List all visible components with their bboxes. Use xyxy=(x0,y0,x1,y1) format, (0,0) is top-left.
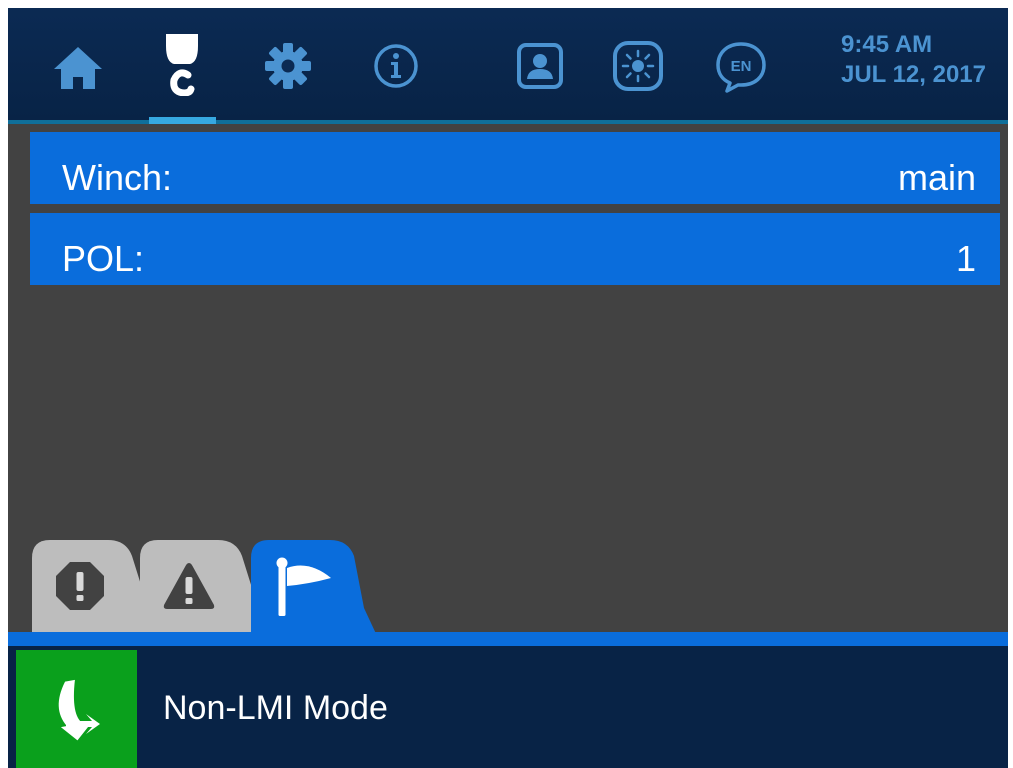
top-bar: EN 9:45 AM JUL 12, 2017 xyxy=(8,8,1008,124)
language-code: EN xyxy=(731,58,752,75)
alert-tabs-divider xyxy=(8,632,1008,646)
info-button[interactable] xyxy=(366,36,426,96)
datetime-display: 9:45 AM JUL 12, 2017 xyxy=(841,30,1008,90)
language-en-icon: EN xyxy=(716,42,766,93)
lmi-screen: EN 9:45 AM JUL 12, 2017 Winch: main POL:… xyxy=(8,8,1008,768)
flag-icon xyxy=(276,557,331,616)
brightness-button[interactable] xyxy=(606,34,670,98)
operator-profile-icon xyxy=(517,43,563,89)
warnings-tab-button[interactable] xyxy=(161,558,221,618)
home-button[interactable] xyxy=(48,38,108,98)
mode-label: Non-LMI Mode xyxy=(163,689,388,727)
gear-icon xyxy=(265,43,311,89)
crane-hook-icon xyxy=(166,34,198,96)
errors-tab-button[interactable] xyxy=(52,558,112,618)
mode-button[interactable] xyxy=(16,650,137,768)
home-icon xyxy=(54,47,102,89)
warning-triangle-icon xyxy=(163,563,215,609)
clock-time: 9:45 AM xyxy=(841,31,933,58)
info-icon xyxy=(374,44,418,88)
status-bar: Non-LMI Mode xyxy=(8,646,1008,768)
brightness-icon xyxy=(613,41,663,91)
winch-row[interactable]: Winch: main xyxy=(30,132,1000,204)
error-octagon-icon xyxy=(56,562,104,610)
active-tab-underline xyxy=(149,117,216,124)
winch-label: Winch: xyxy=(62,157,173,198)
language-button[interactable]: EN xyxy=(708,34,774,100)
pol-label: POL: xyxy=(62,238,145,279)
operator-button[interactable] xyxy=(508,36,572,96)
pol-value: 1 xyxy=(955,238,976,279)
bypass-arrow-icon xyxy=(58,679,100,741)
clock-date: JUL 12, 2017 xyxy=(841,61,986,88)
hook-tab-button[interactable] xyxy=(156,24,208,104)
winch-value: main xyxy=(897,157,976,198)
flags-tab-button[interactable] xyxy=(273,554,343,624)
pol-row[interactable]: POL: 1 xyxy=(30,213,1000,285)
settings-button[interactable] xyxy=(258,36,318,96)
